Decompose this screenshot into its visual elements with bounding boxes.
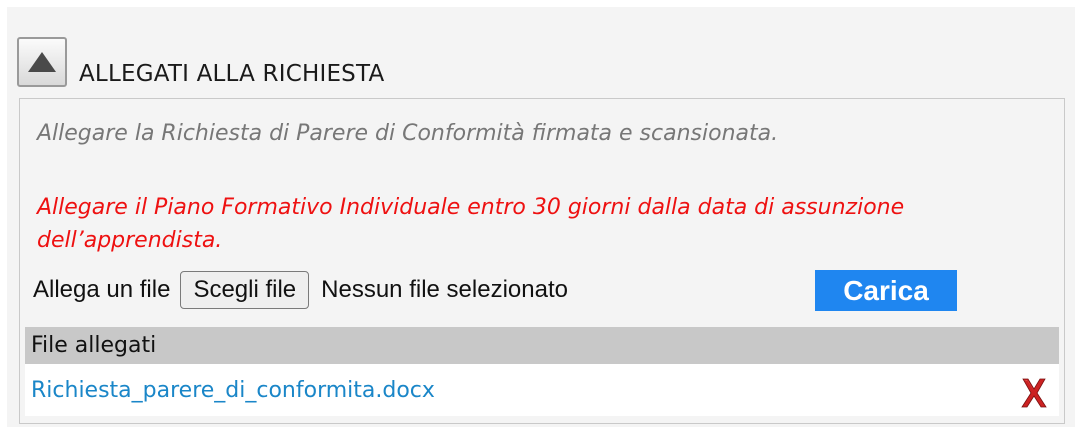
choose-file-button[interactable]: Scegli file bbox=[180, 271, 310, 309]
collapse-toggle-button[interactable] bbox=[17, 37, 67, 87]
no-file-selected-text: Nessun file selezionato bbox=[321, 276, 568, 303]
triangle-up-icon bbox=[28, 52, 56, 72]
attached-files-header: File allegati bbox=[25, 327, 1059, 364]
delete-x-icon[interactable] bbox=[1020, 377, 1048, 409]
panel-body: Allegare la Richiesta di Parere di Confo… bbox=[19, 98, 1065, 424]
attached-file-link[interactable]: Richiesta_parere_di_conformita.docx bbox=[31, 378, 435, 403]
section-title: ALLEGATI ALLA RICHIESTA bbox=[79, 61, 385, 87]
info-note: Allegare la Richiesta di Parere di Confo… bbox=[37, 121, 779, 146]
upload-row: Allega un file Scegli file Nessun file s… bbox=[33, 270, 568, 310]
warning-note: Allegare il Piano Formativo Individuale … bbox=[37, 195, 905, 253]
panel-header: ALLEGATI ALLA RICHIESTA bbox=[17, 27, 384, 87]
upload-label: Allega un file bbox=[33, 276, 171, 303]
attachments-panel: ALLEGATI ALLA RICHIESTA Allegare la Rich… bbox=[7, 7, 1075, 427]
attached-file-row: Richiesta_parere_di_conformita.docx bbox=[25, 364, 1059, 416]
upload-button[interactable]: Carica bbox=[815, 270, 957, 311]
